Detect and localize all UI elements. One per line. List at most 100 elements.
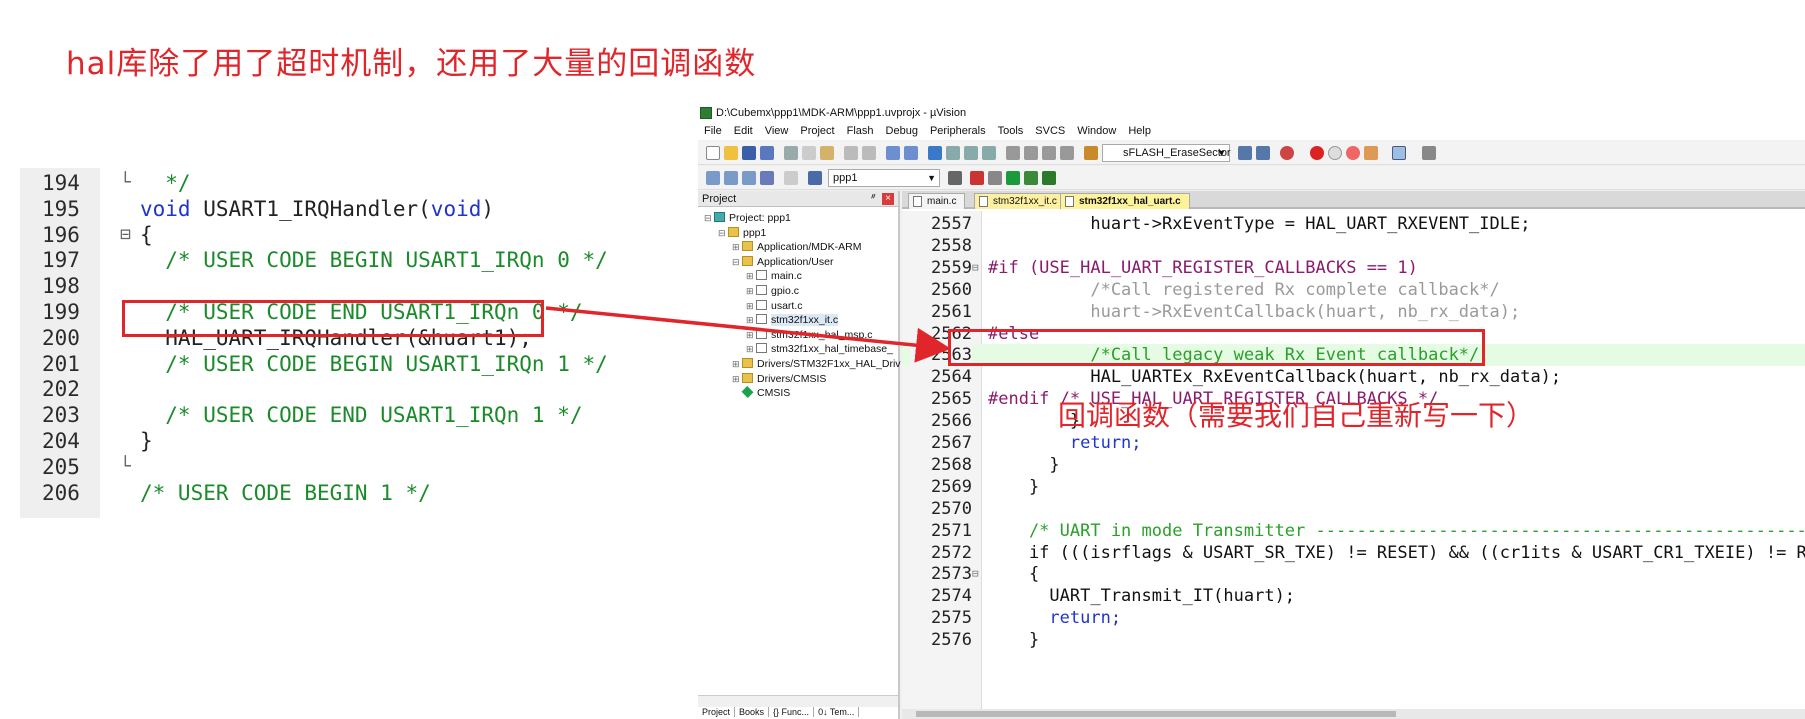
find-in-files-icon[interactable] — [1084, 146, 1098, 160]
stop-build-icon[interactable] — [784, 171, 798, 185]
tree-item[interactable]: ⊞ stm32f1xx_it.c — [746, 313, 839, 328]
comment-icon[interactable] — [1042, 146, 1056, 160]
expand-toggle-icon[interactable]: ⊞ — [746, 269, 756, 284]
select-packs-icon[interactable] — [1042, 171, 1056, 185]
tree-item[interactable]: ⊞ gpio.c — [746, 284, 799, 299]
expand-toggle-icon[interactable]: ⊞ — [746, 313, 756, 328]
menu-item[interactable]: Help — [1122, 122, 1157, 140]
fold-marker[interactable]: ⊟ — [972, 563, 984, 585]
panel-tab[interactable]: 0↓ Tem... — [814, 707, 860, 717]
find-combo[interactable]: sFLASH_EraseSector ▼ — [1102, 144, 1231, 162]
open-folder-icon[interactable] — [724, 146, 738, 160]
code-line: 2571 /* UART in mode Transmitter -------… — [902, 520, 1805, 542]
menu-item[interactable]: File — [698, 122, 728, 140]
window-layout-icon[interactable] — [1392, 146, 1406, 160]
configure-icon[interactable] — [1422, 146, 1436, 160]
scrollbar-thumb[interactable] — [916, 711, 1396, 717]
expand-toggle-icon[interactable]: ⊟ — [732, 255, 742, 270]
target-select[interactable]: ppp1 ▼ — [828, 169, 940, 187]
clear-bookmarks-icon[interactable] — [982, 146, 996, 160]
find-combo-value: sFLASH_EraseSector — [1123, 147, 1231, 159]
tab-main-c[interactable]: main.c — [908, 193, 966, 209]
kill-breakpoints-icon[interactable] — [1364, 146, 1378, 160]
nav-back-icon[interactable] — [886, 146, 900, 160]
tree-item[interactable]: ⊞ Application/MDK-ARM — [732, 240, 861, 255]
prev-bookmark-icon[interactable] — [946, 146, 960, 160]
tree-item[interactable]: ⊞ Drivers/CMSIS — [732, 372, 826, 387]
batch-build-icon[interactable] — [760, 171, 774, 185]
uncomment-icon[interactable] — [1060, 146, 1074, 160]
menu-item[interactable]: Tools — [992, 122, 1030, 140]
highlight-box-callback — [948, 329, 1485, 366]
code-editor[interactable]: main.c stm32f1xx_it.c stm32f1xx_hal_uart… — [902, 191, 1805, 719]
expand-toggle-icon[interactable]: ⊟ — [704, 211, 714, 226]
cut-icon[interactable] — [784, 146, 798, 160]
rte-icon[interactable] — [1006, 171, 1020, 185]
incremental-find-icon[interactable] — [1256, 146, 1270, 160]
menu-item[interactable]: Edit — [728, 122, 759, 140]
next-bookmark-icon[interactable] — [964, 146, 978, 160]
tree-item[interactable]: CMSIS — [732, 386, 790, 401]
undo-icon[interactable] — [844, 146, 858, 160]
load-icon[interactable] — [808, 171, 822, 185]
menu-item[interactable]: SVCS — [1029, 122, 1071, 140]
copy-icon[interactable] — [802, 146, 816, 160]
menu-item[interactable]: Project — [794, 122, 840, 140]
fold-marker[interactable]: ⊟ — [972, 257, 984, 279]
breakpoint-icon[interactable] — [1310, 146, 1324, 160]
expand-toggle-icon[interactable]: ⊞ — [746, 299, 756, 314]
pack-installer-icon[interactable] — [1024, 171, 1038, 185]
expand-toggle-icon[interactable]: ⊞ — [746, 284, 756, 299]
menu-item[interactable]: View — [759, 122, 795, 140]
project-panel: Project ᐥ × ⊟ Project: ppp1 ⊟ ppp1 ⊞ Applicat… — [698, 191, 901, 719]
paste-icon[interactable] — [820, 146, 834, 160]
file-extensions-icon[interactable] — [970, 171, 984, 185]
new-file-icon[interactable] — [706, 146, 720, 160]
build-icon[interactable] — [724, 171, 738, 185]
close-icon[interactable]: × — [882, 193, 894, 205]
indent-icon[interactable] — [1006, 146, 1020, 160]
disable-breakpoint-icon[interactable] — [1328, 146, 1342, 160]
tree-item[interactable]: ⊟ ppp1 — [718, 226, 766, 241]
expand-toggle-icon[interactable]: ⊟ — [718, 226, 728, 241]
tab-stm32f1xx-it-c[interactable]: stm32f1xx_it.c — [974, 193, 1066, 209]
expand-toggle-icon[interactable]: ⊞ — [746, 342, 756, 357]
redo-icon[interactable] — [862, 146, 876, 160]
rebuild-icon[interactable] — [742, 171, 756, 185]
menu-item[interactable]: Window — [1071, 122, 1122, 140]
pin-icon[interactable]: ᐥ — [871, 191, 876, 207]
code-line: 2570 — [902, 498, 1805, 520]
save-all-icon[interactable] — [760, 146, 774, 160]
expand-toggle-icon[interactable]: ⊞ — [746, 328, 756, 343]
save-icon[interactable] — [742, 146, 756, 160]
tree-item[interactable]: ⊞ stm32f1xx_hal_msp.c — [746, 328, 873, 343]
tree-item[interactable]: ⊞ main.c — [746, 269, 802, 284]
unindent-icon[interactable] — [1024, 146, 1038, 160]
manage-components-icon[interactable] — [988, 171, 1002, 185]
clear-breakpoints-icon[interactable] — [1346, 146, 1360, 160]
tree-item[interactable]: ⊟ Application/User — [732, 255, 833, 270]
tree-item[interactable]: ⊟ Project: ppp1 — [704, 211, 791, 226]
tab-stm32f1xx-hal-uart-c[interactable]: stm32f1xx_hal_uart.c — [1060, 193, 1190, 209]
panel-tab[interactable]: Project — [698, 707, 736, 717]
project-scrollbar[interactable] — [698, 695, 898, 707]
menu-item[interactable]: Peripherals — [924, 122, 992, 140]
expand-toggle-icon[interactable]: ⊞ — [732, 372, 742, 387]
target-options-icon[interactable] — [948, 171, 962, 185]
code-line: 2573 ⊟ { — [902, 563, 1805, 585]
tree-item[interactable]: ⊞ usart.c — [746, 299, 803, 314]
tree-item[interactable]: ⊞ Drivers/STM32F1xx_HAL_Driv — [732, 357, 901, 372]
expand-toggle-icon[interactable]: ⊞ — [732, 240, 742, 255]
panel-tab[interactable]: {} Func... — [769, 707, 815, 717]
expand-toggle-icon[interactable]: ⊞ — [732, 357, 742, 372]
editor-hscrollbar[interactable] — [902, 709, 1805, 719]
panel-tab[interactable]: Books — [735, 707, 770, 717]
menu-item[interactable]: Debug — [880, 122, 924, 140]
find-icon[interactable] — [1238, 146, 1252, 160]
tree-item[interactable]: ⊞ stm32f1xx_hal_timebase_ — [746, 342, 893, 357]
bookmark-icon[interactable] — [928, 146, 942, 160]
debug-icon[interactable] — [1280, 146, 1294, 160]
nav-forward-icon[interactable] — [904, 146, 918, 160]
menu-item[interactable]: Flash — [841, 122, 880, 140]
translate-icon[interactable] — [706, 171, 720, 185]
